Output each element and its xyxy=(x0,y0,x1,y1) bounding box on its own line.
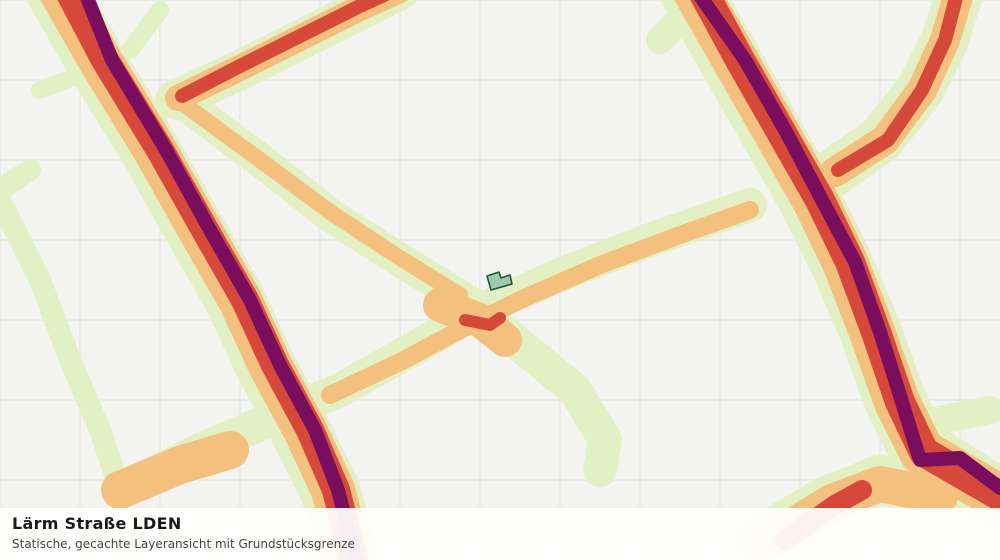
map-title: Lärm Straße LDEN xyxy=(12,514,182,533)
map-subtitle: Statische, gecachte Layeransicht mit Gru… xyxy=(12,537,355,551)
map-caption: Lärm Straße LDEN Statische, gecachte Lay… xyxy=(0,508,1000,560)
noise-map[interactable] xyxy=(0,0,1000,560)
